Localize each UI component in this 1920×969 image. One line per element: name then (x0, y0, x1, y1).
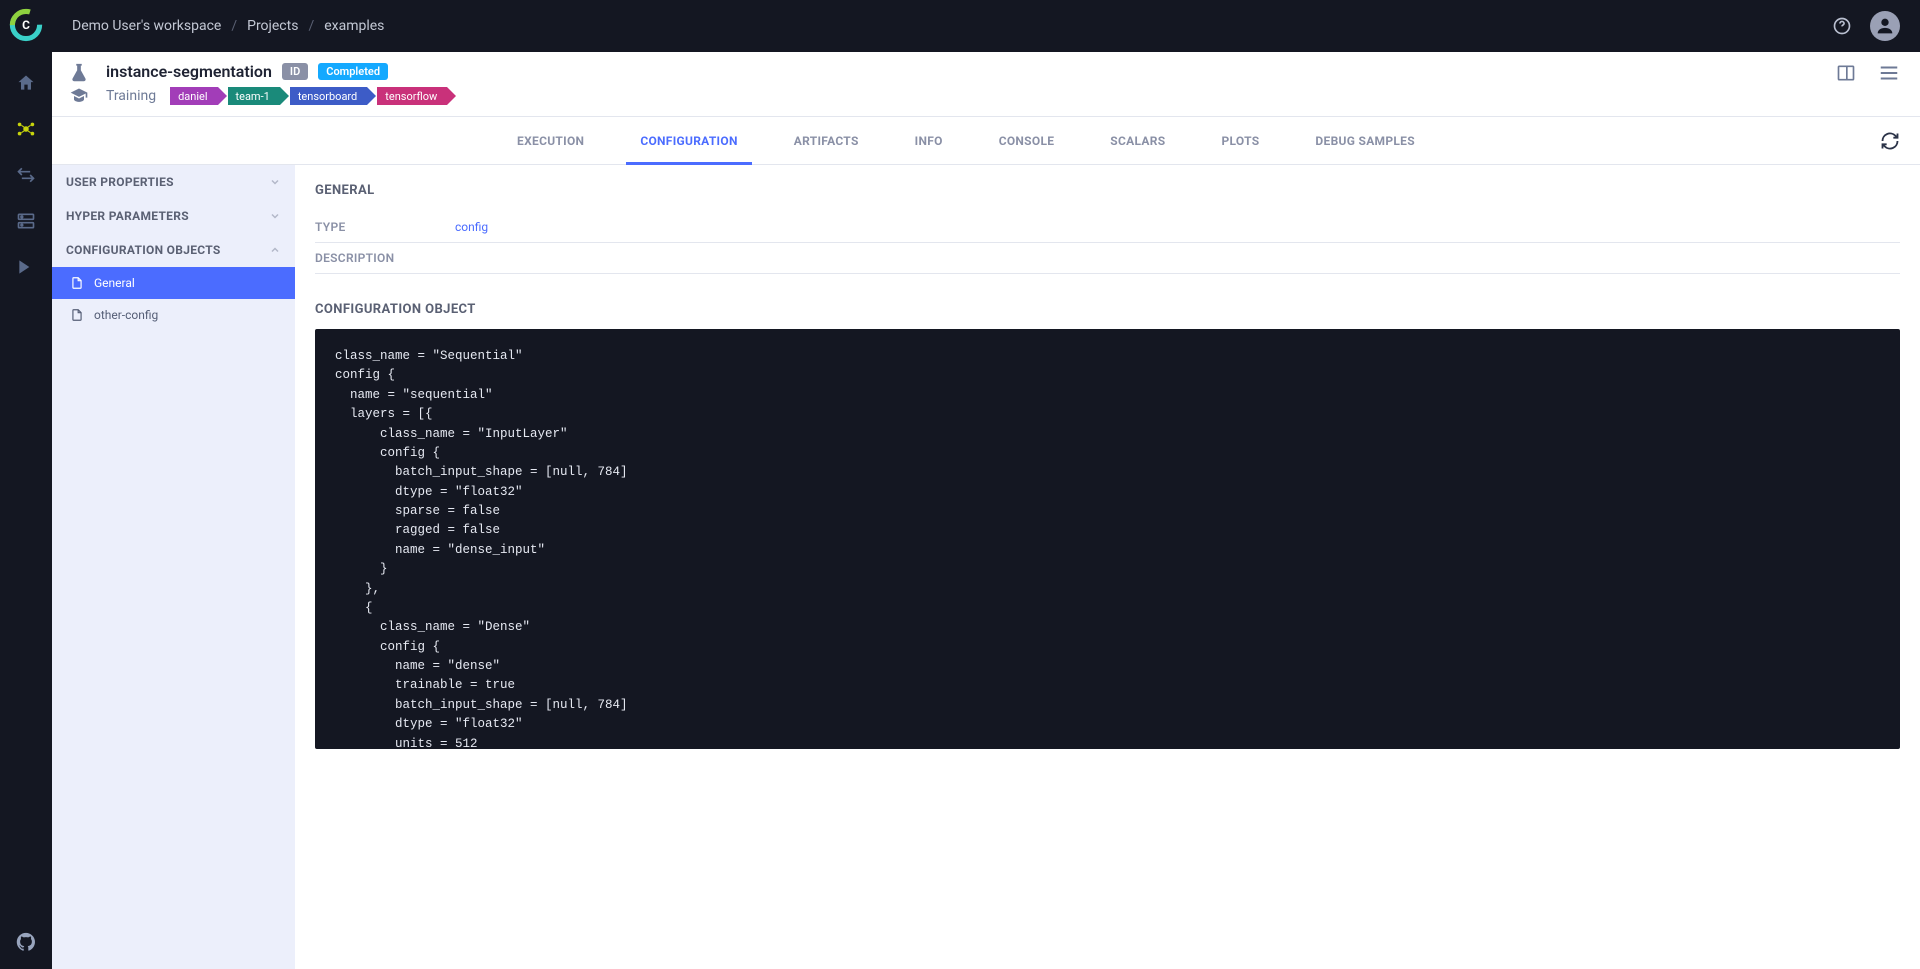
menu-icon[interactable] (1878, 62, 1900, 84)
tab-configuration[interactable]: CONFIGURATION (636, 118, 741, 164)
content-panel: GENERAL TYPE config DESCRIPTION CONFIGUR… (295, 165, 1920, 969)
experiment-type: Training (106, 88, 156, 104)
config-object-title: CONFIGURATION OBJECT (315, 302, 1900, 317)
tab-artifacts[interactable]: ARTIFACTS (790, 118, 863, 164)
sidebar-item-general[interactable]: General (52, 267, 295, 299)
sidebar-section-user-properties[interactable]: USER PROPERTIES (52, 165, 295, 199)
file-icon (70, 308, 84, 322)
chevron-up-icon (269, 244, 281, 256)
servers-icon[interactable] (15, 210, 37, 232)
left-nav: C (0, 0, 52, 969)
flask-icon (68, 62, 90, 84)
chevron-down-icon (269, 210, 281, 222)
sidebar-section-hyper-parameters[interactable]: HYPER PARAMETERS (52, 199, 295, 233)
config-code-block[interactable]: class_name = "Sequential" config { name … (315, 329, 1900, 749)
sidebar-item-label: other-config (94, 308, 158, 322)
tab-console[interactable]: CONSOLE (995, 118, 1059, 164)
description-row: DESCRIPTION (315, 243, 1900, 274)
chevron-down-icon (269, 176, 281, 188)
crumb-workspace[interactable]: Demo User's workspace (72, 18, 221, 34)
crumb-sep: / (308, 18, 314, 34)
grad-cap-icon (69, 86, 89, 106)
tab-plots[interactable]: PLOTS (1217, 118, 1263, 164)
panel-layout-icon[interactable] (1836, 63, 1856, 83)
type-value: config (455, 220, 488, 234)
tab-execution[interactable]: EXECUTION (513, 118, 588, 164)
experiments-icon[interactable] (15, 118, 37, 140)
type-row: TYPE config (315, 212, 1900, 243)
tab-debug-samples[interactable]: DEBUG SAMPLES (1311, 118, 1419, 164)
tag-daniel[interactable]: daniel (170, 87, 217, 105)
config-sidebar: USER PROPERTIESHYPER PARAMETERSCONFIGURA… (52, 165, 295, 969)
user-avatar[interactable] (1870, 11, 1900, 41)
deploy-icon[interactable] (15, 256, 37, 278)
type-label: TYPE (315, 220, 455, 234)
compare-icon[interactable] (15, 164, 37, 186)
experiment-header: instance-segmentation ID Completed Train… (52, 52, 1920, 117)
tab-scalars[interactable]: SCALARS (1106, 118, 1169, 164)
sidebar-item-label: General (94, 276, 135, 290)
description-label: DESCRIPTION (315, 251, 455, 265)
crumb-sep: / (231, 18, 237, 34)
status-badge: Completed (318, 63, 388, 80)
sidebar-item-other-config[interactable]: other-config (52, 299, 295, 331)
svg-text:C: C (22, 18, 30, 32)
refresh-icon[interactable] (1880, 131, 1900, 151)
crumb-project[interactable]: examples (324, 18, 384, 34)
tabs-row: EXECUTION CONFIGURATION ARTIFACTS INFO CONSO… (52, 117, 1920, 165)
panel-heading: GENERAL (315, 183, 1900, 198)
help-icon[interactable] (1832, 16, 1852, 36)
tag-tensorboard[interactable]: tensorboard (290, 87, 367, 105)
breadcrumb-bar: Demo User's workspace / Projects / examp… (52, 0, 1920, 52)
sidebar-section-configuration-objects[interactable]: CONFIGURATION OBJECTS (52, 233, 295, 267)
tab-info[interactable]: INFO (911, 118, 947, 164)
file-icon (70, 276, 84, 290)
id-badge[interactable]: ID (282, 63, 308, 80)
tag-tensorflow[interactable]: tensorflow (377, 87, 447, 105)
tag-team-1[interactable]: team-1 (228, 87, 280, 105)
home-icon[interactable] (15, 72, 37, 94)
experiment-title: instance-segmentation (106, 62, 272, 81)
crumb-section[interactable]: Projects (247, 18, 298, 34)
github-icon[interactable] (15, 931, 37, 953)
app-logo[interactable]: C (9, 8, 43, 42)
